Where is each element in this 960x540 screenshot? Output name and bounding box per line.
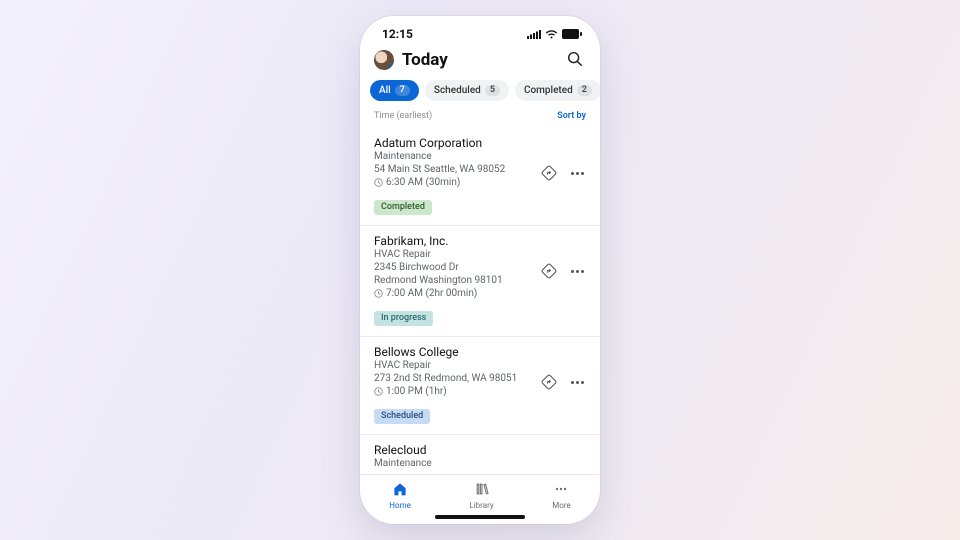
job-name: Bellows College — [374, 345, 540, 359]
list-item[interactable]: Relecloud Maintenance 17 Maple St Seattl… — [360, 435, 600, 471]
job-name: Relecloud — [374, 443, 540, 457]
filter-count: 2 — [577, 85, 592, 96]
job-address: 2345 Birchwood Dr Redmond Washington 981… — [374, 261, 540, 287]
clock-icon — [374, 289, 383, 298]
job-actions — [540, 234, 586, 280]
battery-icon — [562, 29, 582, 39]
list-item[interactable]: Fabrikam, Inc. HVAC Repair 2345 Birchwoo… — [360, 226, 600, 337]
avatar[interactable] — [374, 50, 394, 70]
home-icon — [392, 481, 408, 499]
directions-icon[interactable] — [540, 262, 558, 280]
cellular-icon — [527, 30, 541, 39]
job-address: 273 2nd St Redmond, WA 98051 — [374, 372, 540, 385]
nav-label: Library — [469, 501, 493, 510]
clock-icon — [374, 178, 383, 187]
list-item[interactable]: Adatum Corporation Maintenance 54 Main S… — [360, 128, 600, 226]
status-badge: Scheduled — [374, 409, 430, 424]
job-service: HVAC Repair — [374, 360, 540, 371]
job-time: 7:00 AM (2hr 00min) — [374, 288, 540, 299]
more-icon[interactable] — [568, 373, 586, 391]
directions-icon[interactable] — [540, 164, 558, 182]
job-name: Adatum Corporation — [374, 136, 540, 150]
more-icon[interactable] — [568, 164, 586, 182]
job-service: HVAC Repair — [374, 249, 540, 260]
bottom-nav: Home Library More — [360, 474, 600, 524]
directions-icon[interactable] — [540, 373, 558, 391]
filter-pills: All 7 Scheduled 5 Completed 2 — [360, 74, 600, 109]
clock-icon — [374, 387, 383, 396]
filter-label: All — [379, 86, 391, 96]
phone-frame: 12:15 Today All 7 Scheduled 5 — [360, 16, 600, 524]
nav-more[interactable]: More — [552, 481, 570, 510]
filter-label: Scheduled — [434, 86, 481, 96]
job-actions — [540, 136, 586, 182]
job-name: Fabrikam, Inc. — [374, 234, 540, 248]
filter-count: 5 — [485, 85, 500, 96]
wifi-icon — [545, 30, 558, 39]
job-list[interactable]: Adatum Corporation Maintenance 54 Main S… — [360, 127, 600, 471]
nav-library[interactable]: Library — [469, 481, 493, 510]
job-actions — [540, 443, 586, 471]
sort-order-label: Time (earliest) — [374, 111, 432, 121]
sort-row: Time (earliest) Sort by — [360, 109, 600, 127]
nav-label: More — [552, 501, 570, 510]
filter-label: Completed — [524, 86, 573, 96]
status-indicators — [527, 29, 582, 39]
job-time: 1:00 PM (1hr) — [374, 386, 540, 397]
status-badge: Completed — [374, 200, 432, 215]
header: Today — [360, 44, 600, 74]
job-actions — [540, 345, 586, 391]
filter-scheduled[interactable]: Scheduled 5 — [425, 80, 509, 101]
more-icon[interactable] — [568, 262, 586, 280]
job-address: 17 Maple St Seattle, WA 98052 — [374, 470, 540, 471]
job-time: 6:30 AM (30min) — [374, 177, 540, 188]
job-address: 54 Main St Seattle, WA 98052 — [374, 163, 540, 176]
nav-label: Home — [389, 501, 411, 510]
more-nav-icon — [553, 481, 569, 499]
filter-completed[interactable]: Completed 2 — [515, 80, 600, 101]
search-icon[interactable] — [566, 50, 586, 70]
list-item[interactable]: Bellows College HVAC Repair 273 2nd St R… — [360, 337, 600, 435]
library-icon — [474, 481, 490, 499]
status-bar: 12:15 — [360, 16, 600, 44]
nav-home[interactable]: Home — [389, 481, 411, 510]
home-indicator — [435, 515, 525, 519]
job-service: Maintenance — [374, 458, 540, 469]
status-badge: In progress — [374, 311, 433, 326]
page-title: Today — [402, 50, 558, 70]
job-service: Maintenance — [374, 151, 540, 162]
status-time: 12:15 — [382, 27, 413, 41]
filter-count: 7 — [395, 85, 410, 96]
sort-by-button[interactable]: Sort by — [557, 111, 586, 121]
filter-all[interactable]: All 7 — [370, 80, 419, 101]
